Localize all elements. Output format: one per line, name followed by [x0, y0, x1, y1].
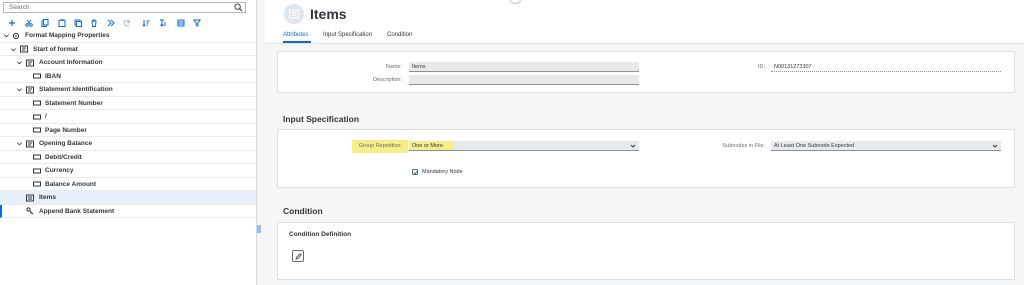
- tree-item-label: Balance Amount: [45, 180, 97, 188]
- refresh-icon[interactable]: [121, 17, 132, 28]
- tree-item-label: Statement Number: [45, 99, 103, 107]
- pencil-icon: [294, 252, 302, 260]
- filter-icon[interactable]: [191, 17, 202, 28]
- tree-item-label: Items: [39, 194, 56, 201]
- tree-item-label: Statement Identification: [39, 86, 113, 93]
- tree-item-currency[interactable]: Currency: [0, 164, 256, 178]
- tree-item-label: Page Number: [45, 126, 87, 134]
- tab-input-specification[interactable]: Input Specification: [323, 32, 372, 38]
- tree-item-debit-credit[interactable]: Debit/Credit: [0, 151, 256, 164]
- tree-item-label: Opening Balance: [39, 140, 93, 147]
- search-input[interactable]: Search: [3, 2, 246, 13]
- attributes-card: [277, 51, 1015, 93]
- chevron-down-icon[interactable]: [10, 46, 17, 53]
- field-node-icon: [33, 181, 41, 187]
- group-repetition-label: Group Repetition:: [358, 143, 402, 149]
- field-node-icon: [33, 127, 41, 133]
- tree-item-label: Format Mapping Properties: [25, 32, 110, 39]
- object-avatar: [284, 4, 304, 24]
- field-node-icon: [33, 73, 41, 79]
- description-field[interactable]: [409, 75, 639, 85]
- object-header: [265, 0, 1024, 44]
- input-specification-title: Input Specification: [283, 114, 360, 124]
- add-icon[interactable]: [6, 17, 17, 28]
- subnodes-in-file-select[interactable]: At Least One Subnode Expected: [771, 141, 1001, 151]
- tree-item-format-mapping-properties[interactable]: Format Mapping Properties: [0, 29, 256, 43]
- tree-item-items[interactable]: Items: [0, 191, 256, 205]
- table-view-icon[interactable]: [175, 17, 186, 28]
- structure-node-icon: [20, 45, 28, 53]
- tab-condition[interactable]: Condition: [387, 32, 412, 38]
- condition-card: [277, 222, 1015, 280]
- field-node-icon: [33, 168, 41, 173]
- structure-node-icon: [26, 86, 34, 93]
- tree-item-label: IBAN: [45, 72, 61, 80]
- chevron-down-icon[interactable]: [16, 59, 23, 66]
- chevron-down-icon[interactable]: [16, 140, 23, 147]
- repeating-node-icon: [26, 194, 34, 201]
- edit-condition-button[interactable]: [292, 250, 304, 262]
- condition-definition-title: Condition Definition: [289, 231, 352, 238]
- move-node-icon[interactable]: [105, 17, 116, 28]
- description-label: Description:: [372, 77, 402, 83]
- copy-icon[interactable]: [39, 17, 50, 28]
- search-icon[interactable]: [234, 3, 243, 12]
- tree-item-page-number[interactable]: Page Number: [0, 124, 256, 137]
- tree-item-append-bank-statement[interactable]: Append Bank Statement: [0, 204, 256, 218]
- left-panel: Search Format Mapping Properties Start o…: [0, 0, 257, 285]
- tree-item-separator[interactable]: /: [0, 110, 256, 124]
- structure-node-icon: [26, 140, 34, 147]
- condition-title: Condition: [283, 206, 323, 216]
- sort-ascending-icon[interactable]: [140, 17, 151, 28]
- structure-node-icon: [288, 9, 300, 19]
- structure-node-icon: [26, 59, 34, 66]
- chevron-down-icon[interactable]: [992, 143, 998, 149]
- tree-item-statement-identification[interactable]: Statement Identification: [0, 83, 256, 97]
- subnodes-in-file-label: Subnodes in File:: [722, 143, 766, 149]
- id-label: ID:: [757, 64, 765, 70]
- tree-item-label: Append Bank Statement: [39, 207, 115, 215]
- mandatory-node-checkbox[interactable]: [412, 169, 418, 175]
- duplicate-icon[interactable]: [72, 17, 83, 28]
- field-node-icon: [33, 154, 41, 160]
- tree-item-start-of-format[interactable]: Start of format: [0, 43, 256, 56]
- tree-item-balance-amount[interactable]: Balance Amount: [0, 178, 256, 191]
- page-title: Items: [310, 6, 347, 22]
- tree-toolbar: [0, 16, 256, 29]
- link-action-icon: [26, 207, 34, 215]
- search-placeholder: Search: [9, 4, 30, 11]
- tree-item-label: Start of format: [33, 45, 78, 53]
- mandatory-node-label: Mandatory Node: [422, 169, 463, 175]
- chevron-down-icon[interactable]: [16, 86, 23, 93]
- tree-item-label: Currency: [45, 167, 74, 174]
- input-specification-card: [277, 129, 1015, 188]
- field-node-icon: [33, 114, 41, 119]
- tree-item-label: Account Information: [39, 59, 103, 66]
- group-repetition-value: One or More: [412, 143, 443, 149]
- group-repetition-select[interactable]: One or More: [409, 141, 639, 151]
- subnodes-in-file-value: At Least One Subnode Expected: [774, 143, 855, 149]
- name-label: Name:: [385, 64, 402, 70]
- name-field[interactable]: Items: [409, 62, 639, 72]
- paste-icon[interactable]: [56, 17, 67, 28]
- id-field: N00131273307: [771, 62, 1001, 72]
- active-tab-indicator: [283, 41, 311, 43]
- tree-item-opening-balance[interactable]: Opening Balance: [0, 137, 256, 151]
- cut-icon[interactable]: [23, 17, 34, 28]
- tab-attributes[interactable]: Attributes: [283, 32, 308, 38]
- gear-icon: [12, 32, 20, 39]
- panel-splitter-handle[interactable]: [257, 224, 261, 234]
- tree-item-label: /: [45, 113, 47, 120]
- checkmark-icon: [413, 170, 418, 175]
- tree-item-label: Debit/Credit: [45, 153, 82, 161]
- tree-item-iban[interactable]: IBAN: [0, 70, 256, 83]
- tree-item-statement-number[interactable]: Statement Number: [0, 97, 256, 110]
- format-tree: Format Mapping Properties Start of forma…: [0, 29, 256, 218]
- chevron-down-icon[interactable]: [3, 32, 10, 39]
- field-node-icon: [33, 100, 41, 106]
- tree-item-account-information[interactable]: Account Information: [0, 56, 256, 70]
- chevron-down-icon[interactable]: [630, 143, 636, 149]
- delete-icon[interactable]: [88, 17, 99, 28]
- collapse-all-icon[interactable]: [157, 17, 168, 28]
